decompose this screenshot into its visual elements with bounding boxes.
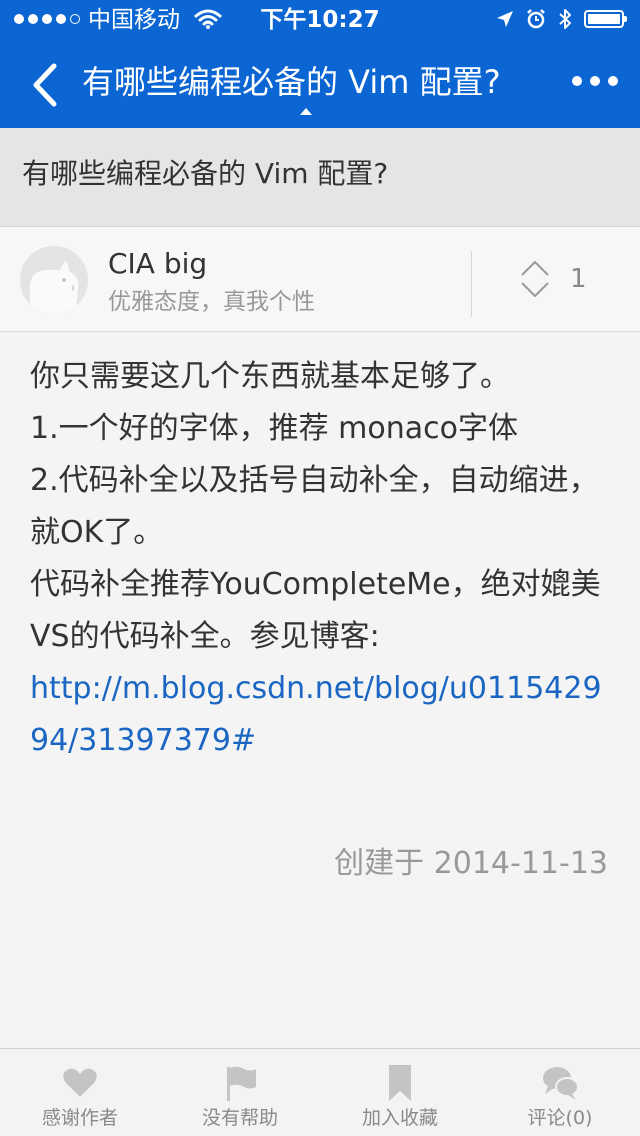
divider (471, 251, 472, 317)
answer-line: 你只需要这几个东西就基本足够了。 (30, 359, 510, 394)
created-date-value: 2014-11-13 (433, 846, 608, 881)
created-label: 创建于 (334, 846, 425, 881)
top-bar: 中国移动 下午10:27 有哪些编程必备的 Vim 配置? (0, 0, 640, 128)
tab-label: 没有帮助 (201, 1107, 278, 1129)
answer-line: 2.代码补全以及括号自动补全，自动缩进，就OK了。 (30, 463, 599, 550)
flag-icon (227, 1066, 256, 1101)
add-favorite-button[interactable]: 加入收藏 (320, 1049, 480, 1136)
author-name[interactable]: CIA big (108, 247, 207, 281)
battery-icon (584, 10, 627, 28)
created-date: 创建于 2014-11-13 (334, 844, 608, 884)
nav-bar: 有哪些编程必备的 Vim 配置? (0, 40, 640, 128)
author-row: CIA big 优雅态度，真我个性 1 (0, 227, 640, 332)
heart-icon (63, 1068, 97, 1097)
thank-author-button[interactable]: 感谢作者 (0, 1049, 160, 1136)
answer-line: 代码补全推荐YouCompleteMe，绝对媲美VS的代码补全。参见博客: (30, 567, 601, 654)
tab-label: 评论(0) (527, 1107, 593, 1129)
more-options-icon[interactable] (572, 76, 618, 86)
nav-title[interactable]: 有哪些编程必备的 Vim 配置? (82, 62, 501, 102)
question-header[interactable]: 有哪些编程必备的 Vim 配置? (0, 128, 640, 227)
tab-label: 加入收藏 (361, 1107, 438, 1129)
tab-label: 感谢作者 (41, 1107, 118, 1129)
bluetooth-icon (559, 9, 571, 29)
comment-icon (543, 1067, 579, 1100)
back-chevron-icon[interactable] (26, 60, 66, 110)
status-indicators (496, 8, 627, 30)
bottom-tab-bar: 感谢作者 没有帮助 加入收藏 评论(0) (0, 1048, 640, 1136)
title-dropdown-caret-icon (300, 108, 312, 115)
bookmark-icon (389, 1065, 411, 1101)
question-title: 有哪些编程必备的 Vim 配置? (22, 157, 389, 190)
answer-body: 你只需要这几个东西就基本足够了。 1.一个好的字体，推荐 monaco字体 2.… (30, 351, 614, 767)
alarm-clock-icon (527, 9, 545, 29)
not-helpful-button[interactable]: 没有帮助 (160, 1049, 320, 1136)
app-screen: 中国移动 下午10:27 有哪些编程必备的 Vim 配置? 有哪些编程必备的 V… (0, 0, 640, 1136)
answer-line: 1.一个好的字体，推荐 monaco字体 (30, 411, 518, 446)
location-arrow-icon (497, 11, 513, 27)
vote-count: 1 (570, 264, 587, 294)
avatar[interactable] (20, 246, 88, 314)
comment-button[interactable]: 评论(0) (480, 1049, 640, 1136)
blog-link[interactable]: http://m.blog.csdn.net/blog/u011542994/3… (30, 663, 614, 767)
status-bar: 中国移动 下午10:27 (0, 0, 640, 40)
author-bio: 优雅态度，真我个性 (108, 289, 315, 315)
vote-arrows-icon[interactable] (518, 257, 552, 301)
default-avatar-icon (20, 246, 88, 314)
